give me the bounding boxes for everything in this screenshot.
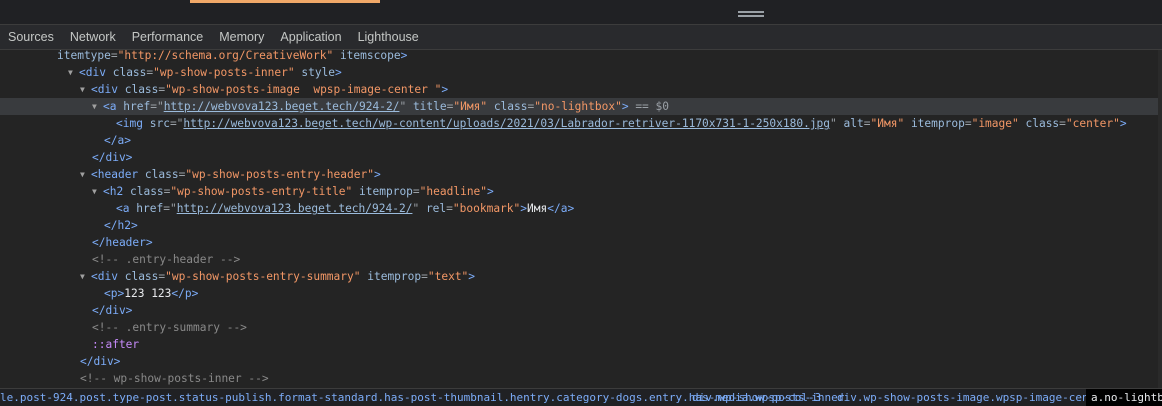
expand-triangle-icon[interactable]: ▼ <box>80 268 91 285</box>
href-link[interactable]: http://webvova123.beget.tech/924-2/ <box>164 100 400 113</box>
dom-node-header[interactable]: ▼ <header class="wp-show-posts-entry-head… <box>0 166 1162 183</box>
dom-comment[interactable]: <!-- wp-show-posts-inner --> <box>0 370 1162 387</box>
dom-node-div-image[interactable]: ▼ <div class="wp-show-posts-image wpsp-im… <box>0 81 1162 98</box>
dom-node-close-header[interactable]: </header> <box>0 234 1162 251</box>
dom-node-div-summary[interactable]: ▼ <div class="wp-show-posts-entry-summary… <box>0 268 1162 285</box>
dom-node-p[interactable]: <p>123 123</p> <box>0 285 1162 302</box>
breadcrumb-div-image[interactable]: div.wp-show-posts-image.wpsp-image-cente… <box>832 389 1120 406</box>
breadcrumb-div-inner[interactable]: div.wp-show-posts-inner <box>687 389 849 406</box>
dom-comment[interactable]: <!-- .entry-summary --> <box>0 319 1162 336</box>
dom-node-close-a[interactable]: </a> <box>0 132 1162 149</box>
dom-node-a-bookmark[interactable]: <a href="http://webvova123.beget.tech/92… <box>0 200 1162 217</box>
src-link[interactable]: http://webvova123.beget.tech/wp-content/… <box>183 117 830 130</box>
breadcrumb-a-selected[interactable]: a.no-lightbox <box>1086 389 1162 406</box>
dom-node-close-h2[interactable]: </h2> <box>0 217 1162 234</box>
dom-node-article-attrs[interactable]: itemtype="http://schema.org/CreativeWork… <box>0 50 1162 64</box>
tab-sources[interactable]: Sources <box>0 25 62 49</box>
devtools-top-strip <box>0 0 1162 24</box>
expand-triangle-icon[interactable]: ▼ <box>68 64 79 81</box>
href-link[interactable]: http://webvova123.beget.tech/924-2/ <box>177 202 413 215</box>
expand-triangle-icon[interactable]: ▼ <box>92 183 103 200</box>
selected-node-marker: == $0 <box>635 100 669 113</box>
dom-breadcrumbs: le.post-924.post.type-post.status-publis… <box>0 388 1162 406</box>
dom-comment[interactable]: <!-- .entry-header --> <box>0 251 1162 268</box>
tab-performance[interactable]: Performance <box>124 25 212 49</box>
dom-node-close-div[interactable]: </div> <box>0 149 1162 166</box>
dom-node-div-inner[interactable]: ▼ <div class="wp-show-posts-inner" style> <box>0 64 1162 81</box>
elements-dom-tree: itemtype="http://schema.org/CreativeWork… <box>0 50 1162 388</box>
dom-node-a-selected[interactable]: ▼ <a href="http://webvova123.beget.tech/9… <box>0 98 1162 115</box>
expand-triangle-icon[interactable]: ▼ <box>80 81 91 98</box>
drawer-resize-handle[interactable] <box>738 11 764 17</box>
tab-application[interactable]: Application <box>272 25 349 49</box>
tab-lighthouse[interactable]: Lighthouse <box>350 25 427 49</box>
dom-pseudo-after[interactable]: ::after <box>0 336 1162 353</box>
dom-node-img[interactable]: <img src="http://webvova123.beget.tech/w… <box>0 115 1162 132</box>
dom-node-close-div[interactable]: </div> <box>0 353 1162 370</box>
tab-memory[interactable]: Memory <box>211 25 272 49</box>
tab-network[interactable]: Network <box>62 25 124 49</box>
vertical-scrollbar[interactable] <box>1158 50 1162 388</box>
dom-node-h2[interactable]: ▼ <h2 class="wp-show-posts-entry-title" i… <box>0 183 1162 200</box>
dom-node-close-div[interactable]: </div> <box>0 302 1162 319</box>
expand-triangle-icon[interactable]: ▼ <box>92 98 103 115</box>
panel-tab-bar: Sources Network Performance Memory Appli… <box>0 24 1162 50</box>
expand-triangle-icon[interactable]: ▼ <box>80 166 91 183</box>
page-accent-bar <box>190 0 380 3</box>
